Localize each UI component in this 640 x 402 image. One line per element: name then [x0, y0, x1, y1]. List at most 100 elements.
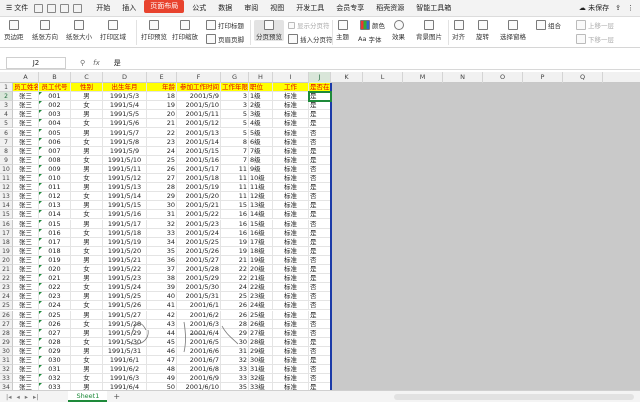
row-header[interactable]: 20 — [0, 255, 13, 265]
row-header[interactable]: 1 — [0, 83, 13, 93]
table-cell[interactable]: 2001/5/23 — [177, 219, 221, 229]
row-header[interactable]: 33 — [0, 374, 13, 384]
table-cell[interactable]: 男 — [71, 92, 103, 102]
table-cell[interactable]: 张三 — [13, 255, 39, 265]
row-header[interactable]: 19 — [0, 246, 13, 256]
table-cell[interactable]: 2001/5/10 — [177, 101, 221, 111]
table-cell[interactable]: 是 — [309, 155, 331, 165]
table-cell[interactable]: 是 — [309, 183, 331, 193]
collaborate-icon[interactable]: ⇪ — [615, 4, 621, 12]
table-cell[interactable]: 2001/5/31 — [177, 292, 221, 302]
column-header[interactable]: K — [331, 72, 363, 83]
table-cell[interactable]: 29 — [221, 328, 249, 338]
table-cell[interactable]: 张三 — [13, 292, 39, 302]
table-cell[interactable]: 38 — [147, 274, 177, 284]
row-header[interactable]: 34 — [0, 383, 13, 390]
table-cell[interactable]: 标准 — [273, 228, 309, 238]
print-preview-button[interactable]: 打印预览 — [141, 20, 167, 41]
column-header[interactable]: A — [13, 72, 39, 83]
table-cell[interactable]: 26级 — [249, 319, 273, 329]
table-cell[interactable]: 女 — [71, 374, 103, 384]
table-cell[interactable]: 张三 — [13, 210, 39, 220]
table-cell[interactable]: 2001/5/11 — [177, 110, 221, 120]
table-cell[interactable]: 2001/5/30 — [177, 283, 221, 293]
table-cell[interactable]: 2001/6/8 — [177, 365, 221, 375]
table-cell[interactable]: 37 — [147, 265, 177, 275]
table-cell[interactable]: 标准 — [273, 101, 309, 111]
table-cell[interactable]: 否 — [309, 328, 331, 338]
table-cell[interactable]: 标准 — [273, 365, 309, 375]
table-cell[interactable]: 10级 — [249, 174, 273, 184]
table-cell[interactable]: 是 — [309, 201, 331, 211]
column-header[interactable]: H — [249, 72, 273, 83]
table-cell[interactable]: 1991/5/31 — [103, 346, 147, 356]
table-cell[interactable]: 张三 — [13, 128, 39, 138]
table-cell[interactable]: 22级 — [249, 283, 273, 293]
table-cell[interactable]: 30 — [147, 201, 177, 211]
table-cell[interactable]: 2001/5/15 — [177, 146, 221, 156]
table-cell[interactable]: 35 — [147, 246, 177, 256]
table-cell[interactable]: 1991/5/18 — [103, 228, 147, 238]
table-cell[interactable]: 1991/5/3 — [103, 92, 147, 102]
table-cell[interactable]: 标准 — [273, 146, 309, 156]
table-cell[interactable]: 40 — [147, 292, 177, 302]
row-header[interactable]: 6 — [0, 128, 13, 138]
table-cell[interactable]: 是 — [309, 383, 331, 390]
table-cell[interactable]: 2001/5/21 — [177, 201, 221, 211]
table-cell[interactable]: 1991/5/16 — [103, 210, 147, 220]
row-header[interactable]: 26 — [0, 310, 13, 320]
table-cell[interactable]: 2级 — [249, 101, 273, 111]
table-cell[interactable]: 16 — [221, 228, 249, 238]
add-sheet-icon[interactable]: + — [113, 392, 120, 401]
last-sheet-icon[interactable]: ▸| — [33, 393, 38, 401]
table-cell[interactable]: 25 — [147, 155, 177, 165]
row-header[interactable]: 32 — [0, 365, 13, 375]
cloud-status[interactable]: ☁ 未保存 — [579, 3, 609, 13]
table-cell[interactable]: 34 — [147, 237, 177, 247]
table-cell[interactable]: 男 — [71, 183, 103, 193]
group-button[interactable]: 组合 — [536, 20, 561, 30]
table-cell[interactable]: 张三 — [13, 356, 39, 366]
table-cell[interactable]: 张三 — [13, 119, 39, 129]
menu-tab[interactable]: 开始 — [90, 0, 116, 17]
print-icon[interactable] — [47, 3, 57, 13]
table-cell[interactable]: 是 — [309, 265, 331, 275]
table-cell[interactable]: 标准 — [273, 319, 309, 329]
table-cell[interactable]: 19 — [221, 237, 249, 247]
table-cell[interactable]: 13级 — [249, 201, 273, 211]
column-header[interactable]: I — [273, 72, 309, 83]
table-cell[interactable]: 否 — [309, 174, 331, 184]
table-cell[interactable]: 1991/5/24 — [103, 283, 147, 293]
table-cell[interactable]: 否 — [309, 292, 331, 302]
table-cell[interactable]: 1991/5/14 — [103, 192, 147, 202]
table-cell[interactable]: 27级 — [249, 328, 273, 338]
row-header[interactable]: 27 — [0, 319, 13, 329]
table-cell[interactable]: 23 — [147, 137, 177, 147]
table-cell[interactable]: 026 — [39, 319, 71, 329]
table-cell[interactable]: 男 — [71, 274, 103, 284]
table-cell[interactable]: 031 — [39, 365, 71, 375]
table-cell[interactable]: 31级 — [249, 365, 273, 375]
table-cell[interactable]: 32 — [221, 356, 249, 366]
table-cell[interactable]: 24 — [221, 283, 249, 293]
table-cell[interactable]: 男 — [71, 346, 103, 356]
table-cell[interactable]: 31 — [147, 210, 177, 220]
table-cell[interactable]: 028 — [39, 337, 71, 347]
table-cell[interactable]: 1991/5/10 — [103, 155, 147, 165]
table-cell[interactable]: 女 — [71, 283, 103, 293]
table-cell[interactable]: 47 — [147, 356, 177, 366]
table-cell[interactable]: 017 — [39, 237, 71, 247]
table-cell[interactable]: 张三 — [13, 365, 39, 375]
bring-forward-button[interactable]: 上移一层 — [576, 20, 614, 30]
table-cell[interactable]: 1991/5/13 — [103, 183, 147, 193]
table-cell[interactable]: 标准 — [273, 292, 309, 302]
table-cell[interactable]: 033 — [39, 383, 71, 390]
table-cell[interactable]: 11 — [221, 174, 249, 184]
table-cell[interactable]: 11 — [221, 164, 249, 174]
worksheet-grid[interactable]: ABCDEFGHIJKLMNOPQ 1 2 3 4 5 6 7 8 9 10 11 12 13 14 15 1… — [0, 72, 640, 390]
table-cell[interactable]: 1991/5/15 — [103, 201, 147, 211]
table-cell[interactable]: 1991/5/27 — [103, 310, 147, 320]
table-cell[interactable]: 标准 — [273, 237, 309, 247]
column-header[interactable]: L — [363, 72, 403, 83]
table-cell[interactable]: 男 — [71, 237, 103, 247]
